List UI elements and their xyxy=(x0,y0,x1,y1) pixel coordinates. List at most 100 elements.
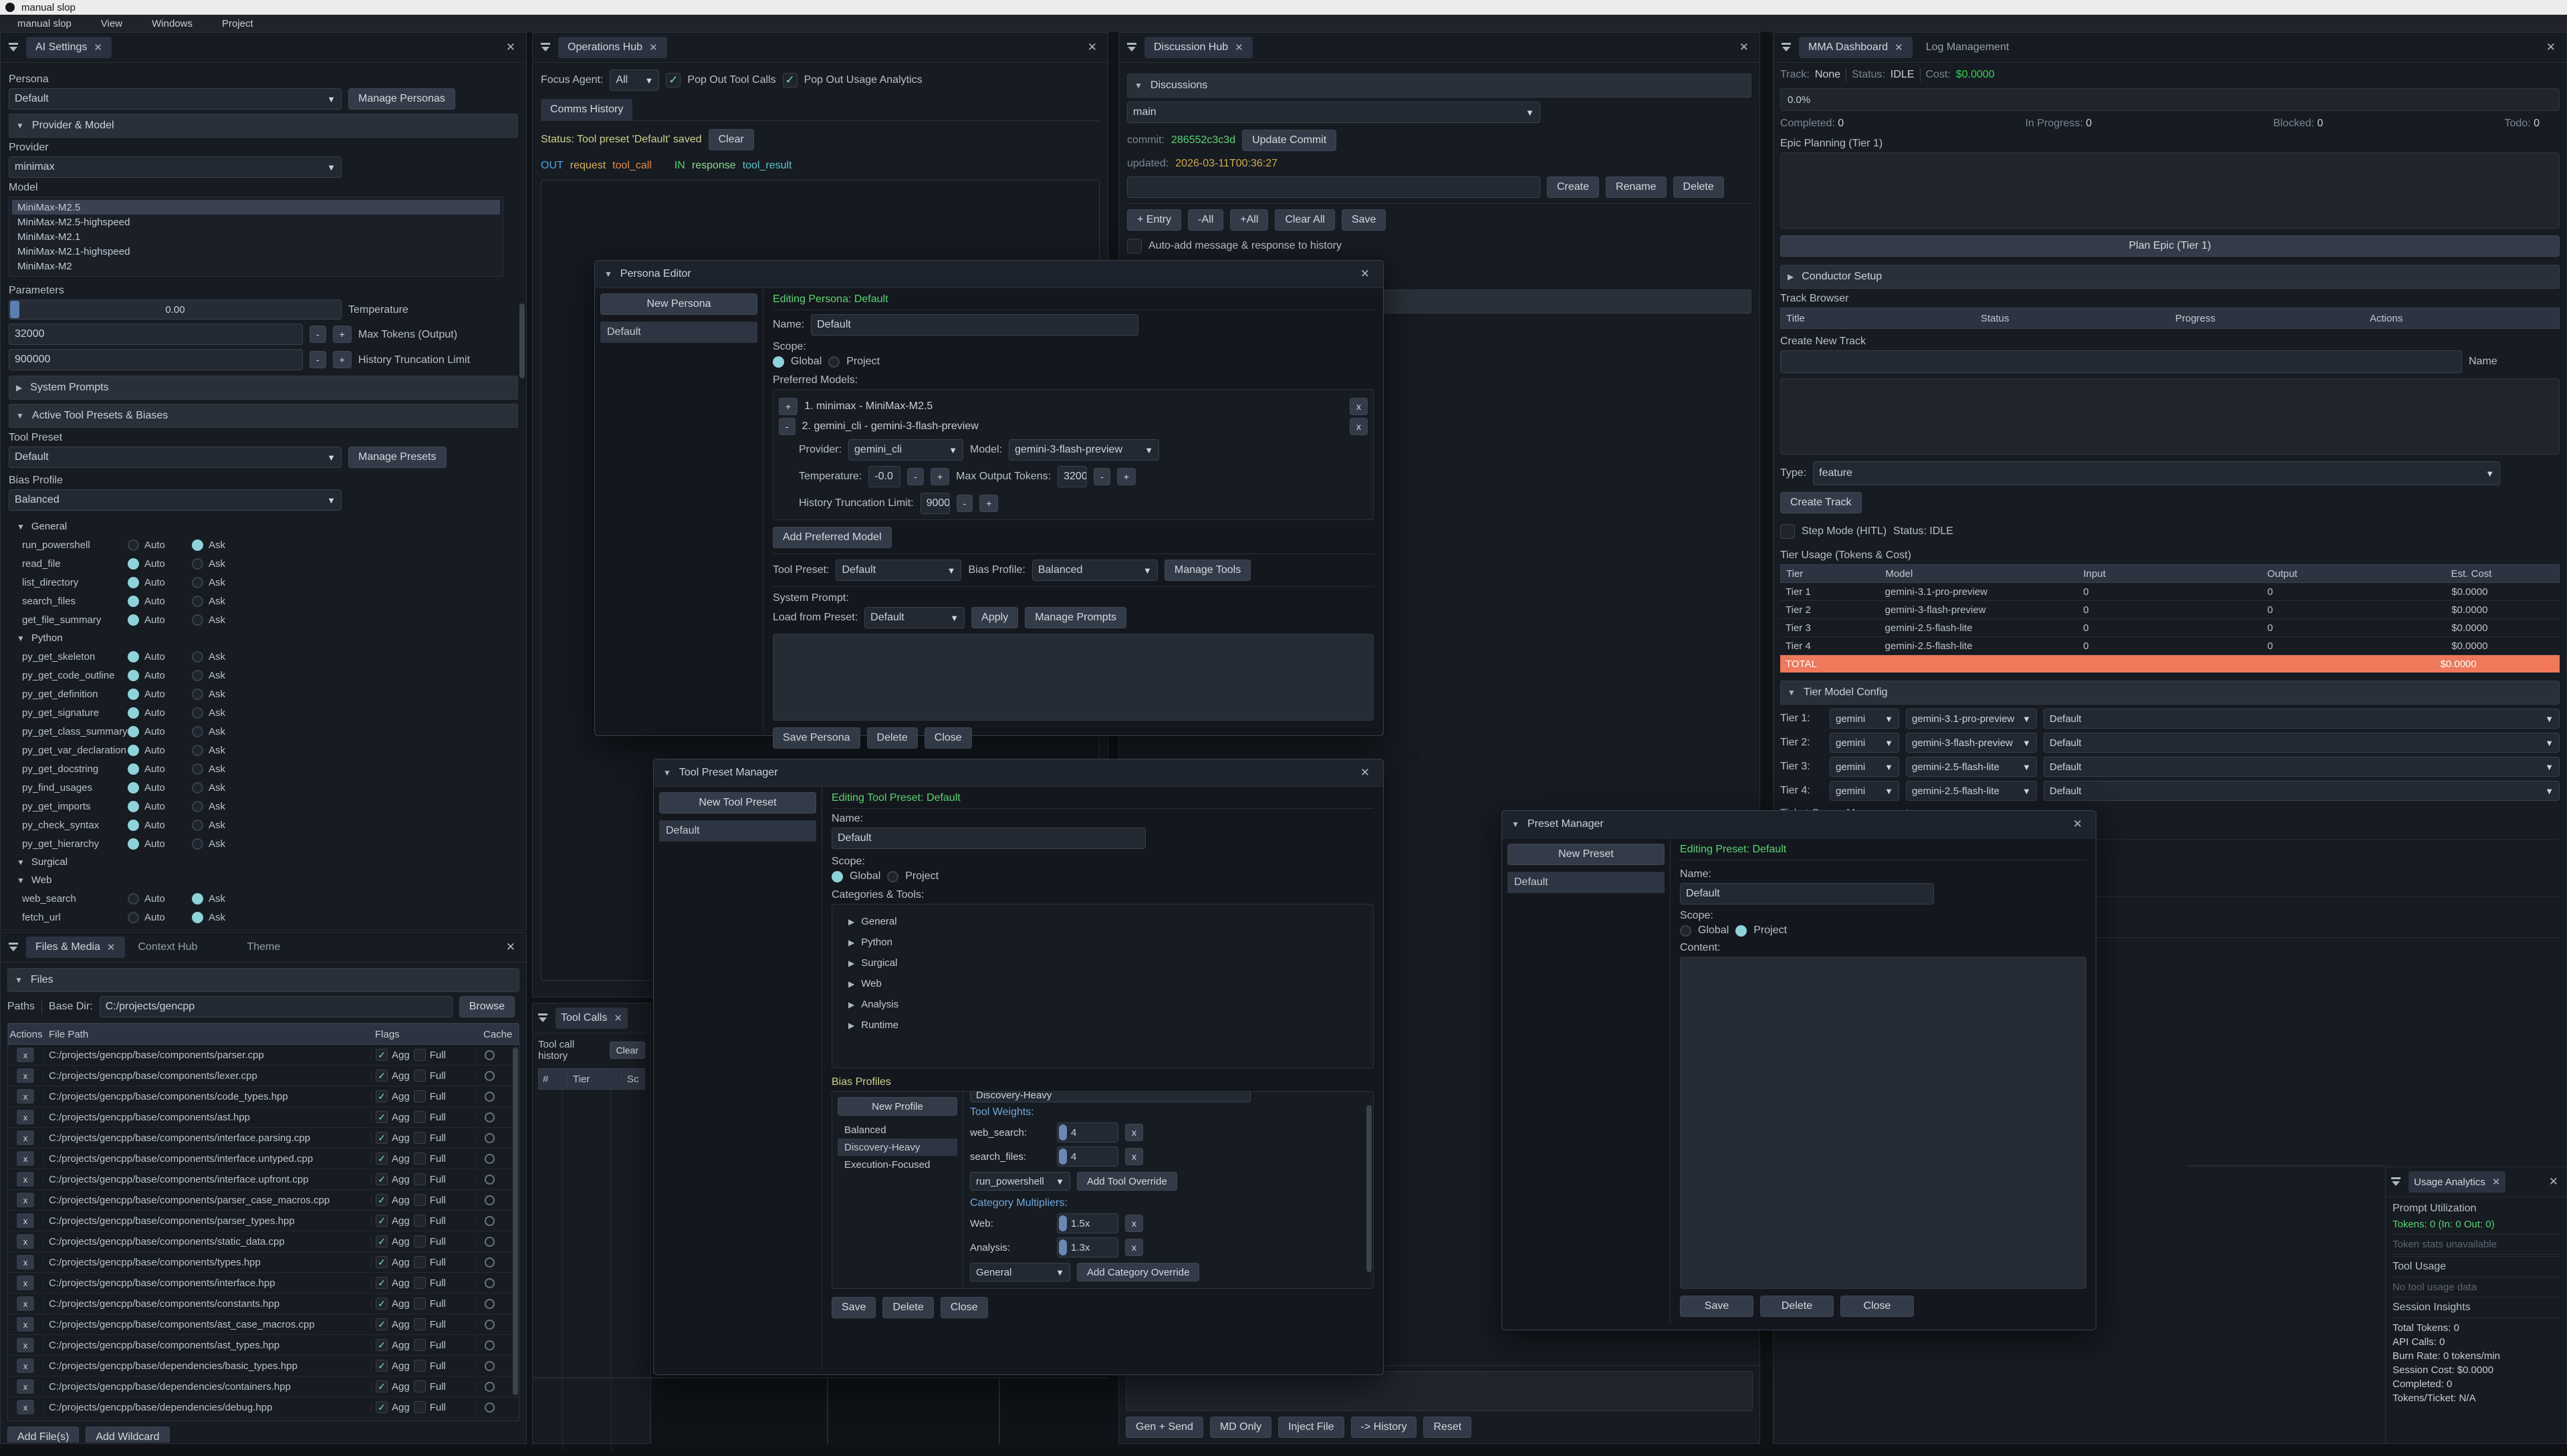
auto-option[interactable]: Auto xyxy=(128,707,192,719)
model-list-item[interactable]: MiniMax-M2 xyxy=(12,259,500,273)
radio-unselected[interactable] xyxy=(192,577,203,588)
remove-file-button[interactable]: x xyxy=(17,1213,34,1228)
radio-selected[interactable] xyxy=(128,670,139,681)
remove-model-button[interactable]: x xyxy=(1350,418,1368,435)
compose-button[interactable]: Reset xyxy=(1423,1417,1471,1438)
tier-model-dropdown[interactable]: gemini-2.5-flash-lite▼ xyxy=(1906,781,2037,801)
tier-provider-dropdown[interactable]: gemini▼ xyxy=(1830,709,1899,729)
close-icon[interactable]: ✕ xyxy=(94,41,102,53)
tier-provider-dropdown[interactable]: gemini▼ xyxy=(1830,757,1899,777)
tier-model-dropdown[interactable]: gemini-3-flash-preview▼ xyxy=(1906,733,2037,753)
remove-multiplier-button[interactable]: x xyxy=(1125,1239,1143,1256)
radio-unselected[interactable] xyxy=(192,707,203,719)
manage-personas-button[interactable]: Manage Personas xyxy=(348,88,455,110)
tp-name-input[interactable]: Default xyxy=(832,828,1146,849)
persona-name-input[interactable]: Default xyxy=(811,314,1138,336)
dock-icon[interactable] xyxy=(1126,43,1138,52)
track-name-input[interactable] xyxy=(1780,350,2462,373)
dock-icon[interactable] xyxy=(7,943,19,952)
ask-option[interactable]: Ask xyxy=(192,726,256,737)
auto-option[interactable]: Auto xyxy=(128,820,192,831)
decrement-button[interactable]: - xyxy=(907,468,924,485)
pm-max-tokens-input[interactable]: 32000 xyxy=(1058,466,1087,487)
system-prompts-section-header[interactable]: ▶ System Prompts xyxy=(9,376,518,400)
scope-project-radio[interactable] xyxy=(887,871,898,882)
ask-option[interactable]: Ask xyxy=(192,689,256,700)
auto-option[interactable]: Auto xyxy=(128,577,192,588)
model-list-item[interactable]: MiniMax-M2.1-highspeed xyxy=(12,244,500,259)
category-item[interactable]: ▶General xyxy=(840,911,1365,932)
radio-unselected[interactable] xyxy=(192,726,203,737)
new-profile-button[interactable]: New Profile xyxy=(838,1097,957,1116)
remove-multiplier-button[interactable]: x xyxy=(1125,1215,1143,1232)
tab-usage-analytics[interactable]: Usage Analytics ✕ xyxy=(2409,1171,2505,1193)
apply-button[interactable]: Apply xyxy=(971,607,1018,628)
entry-button[interactable]: Clear All xyxy=(1275,209,1335,231)
full-checkbox[interactable] xyxy=(414,1049,426,1061)
entry-button[interactable]: -All xyxy=(1188,209,1223,231)
tier-bias-dropdown[interactable]: Default▼ xyxy=(2044,733,2560,753)
epic-planning-input[interactable] xyxy=(1780,152,2560,229)
radio-selected[interactable] xyxy=(128,707,139,719)
radio-unselected[interactable] xyxy=(192,820,203,831)
multiplier-slider[interactable]: 1.3x xyxy=(1057,1237,1118,1257)
new-tool-preset-button[interactable]: New Tool Preset xyxy=(659,792,816,814)
pm-history-input[interactable]: 900000 xyxy=(921,493,950,514)
remove-file-button[interactable]: x xyxy=(17,1317,34,1332)
message-input[interactable] xyxy=(1126,1371,1753,1411)
remove-file-button[interactable]: x xyxy=(17,1338,34,1352)
dock-icon[interactable] xyxy=(7,43,19,52)
radio-unselected[interactable] xyxy=(128,539,139,551)
auto-option[interactable]: Auto xyxy=(128,745,192,756)
radio-unselected[interactable] xyxy=(192,596,203,607)
provider-model-section-header[interactable]: ▼ Provider & Model xyxy=(9,114,518,138)
ask-option[interactable]: Ask xyxy=(192,651,256,662)
tier-provider-dropdown[interactable]: gemini▼ xyxy=(1830,733,1899,753)
tool-group-header[interactable]: ▼General xyxy=(9,517,518,535)
full-checkbox[interactable] xyxy=(414,1090,426,1102)
ask-option[interactable]: Ask xyxy=(192,893,256,904)
full-checkbox[interactable] xyxy=(414,1194,426,1206)
scope-global-radio[interactable] xyxy=(1680,925,1691,937)
pop-out-usage-analytics-checkbox[interactable]: ✓ xyxy=(783,73,798,88)
dock-icon[interactable] xyxy=(537,1013,549,1023)
increment-button[interactable]: + xyxy=(333,351,352,368)
remove-file-button[interactable]: x xyxy=(17,1400,34,1415)
delete-persona-button[interactable]: Delete xyxy=(867,727,918,749)
auto-option[interactable]: Auto xyxy=(128,651,192,662)
close-icon[interactable]: ✕ xyxy=(1360,766,1374,779)
persona-editor-titlebar[interactable]: ▼ Persona Editor ✕ xyxy=(595,261,1383,288)
scope-global-radio[interactable] xyxy=(832,871,843,882)
compose-button[interactable]: -> History xyxy=(1351,1417,1417,1438)
decrement-button[interactable]: - xyxy=(310,326,326,343)
pop-out-tool-calls-checkbox[interactable]: ✓ xyxy=(666,73,681,88)
scope-project-radio[interactable] xyxy=(1735,925,1747,937)
menu-item[interactable]: Project xyxy=(222,18,253,29)
agg-checkbox[interactable]: ✓ xyxy=(376,1070,388,1082)
tool-group-header[interactable]: ▼Python xyxy=(9,629,518,647)
radio-unselected[interactable] xyxy=(192,558,203,570)
manage-presets-button[interactable]: Manage Presets xyxy=(348,447,447,468)
radio-unselected[interactable] xyxy=(192,763,203,775)
manage-tools-button[interactable]: Manage Tools xyxy=(1165,560,1251,581)
remove-file-button[interactable]: x xyxy=(17,1255,34,1269)
tab-comms-history[interactable]: Comms History xyxy=(541,99,632,120)
clear-comms-button[interactable]: Clear xyxy=(709,129,754,150)
close-icon[interactable]: ✕ xyxy=(1894,41,1903,53)
radio-unselected[interactable] xyxy=(192,670,203,681)
agg-checkbox[interactable]: ✓ xyxy=(376,1090,388,1102)
dock-icon[interactable] xyxy=(2390,1177,2402,1187)
auto-option[interactable]: Auto xyxy=(128,670,192,681)
radio-selected[interactable] xyxy=(128,596,139,607)
radio-selected[interactable] xyxy=(192,893,203,904)
panel-close-icon[interactable]: ✕ xyxy=(1088,41,1101,54)
full-checkbox[interactable] xyxy=(414,1318,426,1330)
close-icon[interactable]: ✕ xyxy=(107,941,116,953)
discussion-name-input[interactable] xyxy=(1127,176,1540,198)
ask-option[interactable]: Ask xyxy=(192,801,256,812)
add-wildcard-button[interactable]: Add Wildcard xyxy=(86,1427,169,1443)
auto-option[interactable]: Auto xyxy=(128,838,192,850)
radio-unselected[interactable] xyxy=(192,782,203,794)
auto-option[interactable]: Auto xyxy=(128,763,192,775)
remove-weight-button[interactable]: x xyxy=(1125,1124,1143,1141)
